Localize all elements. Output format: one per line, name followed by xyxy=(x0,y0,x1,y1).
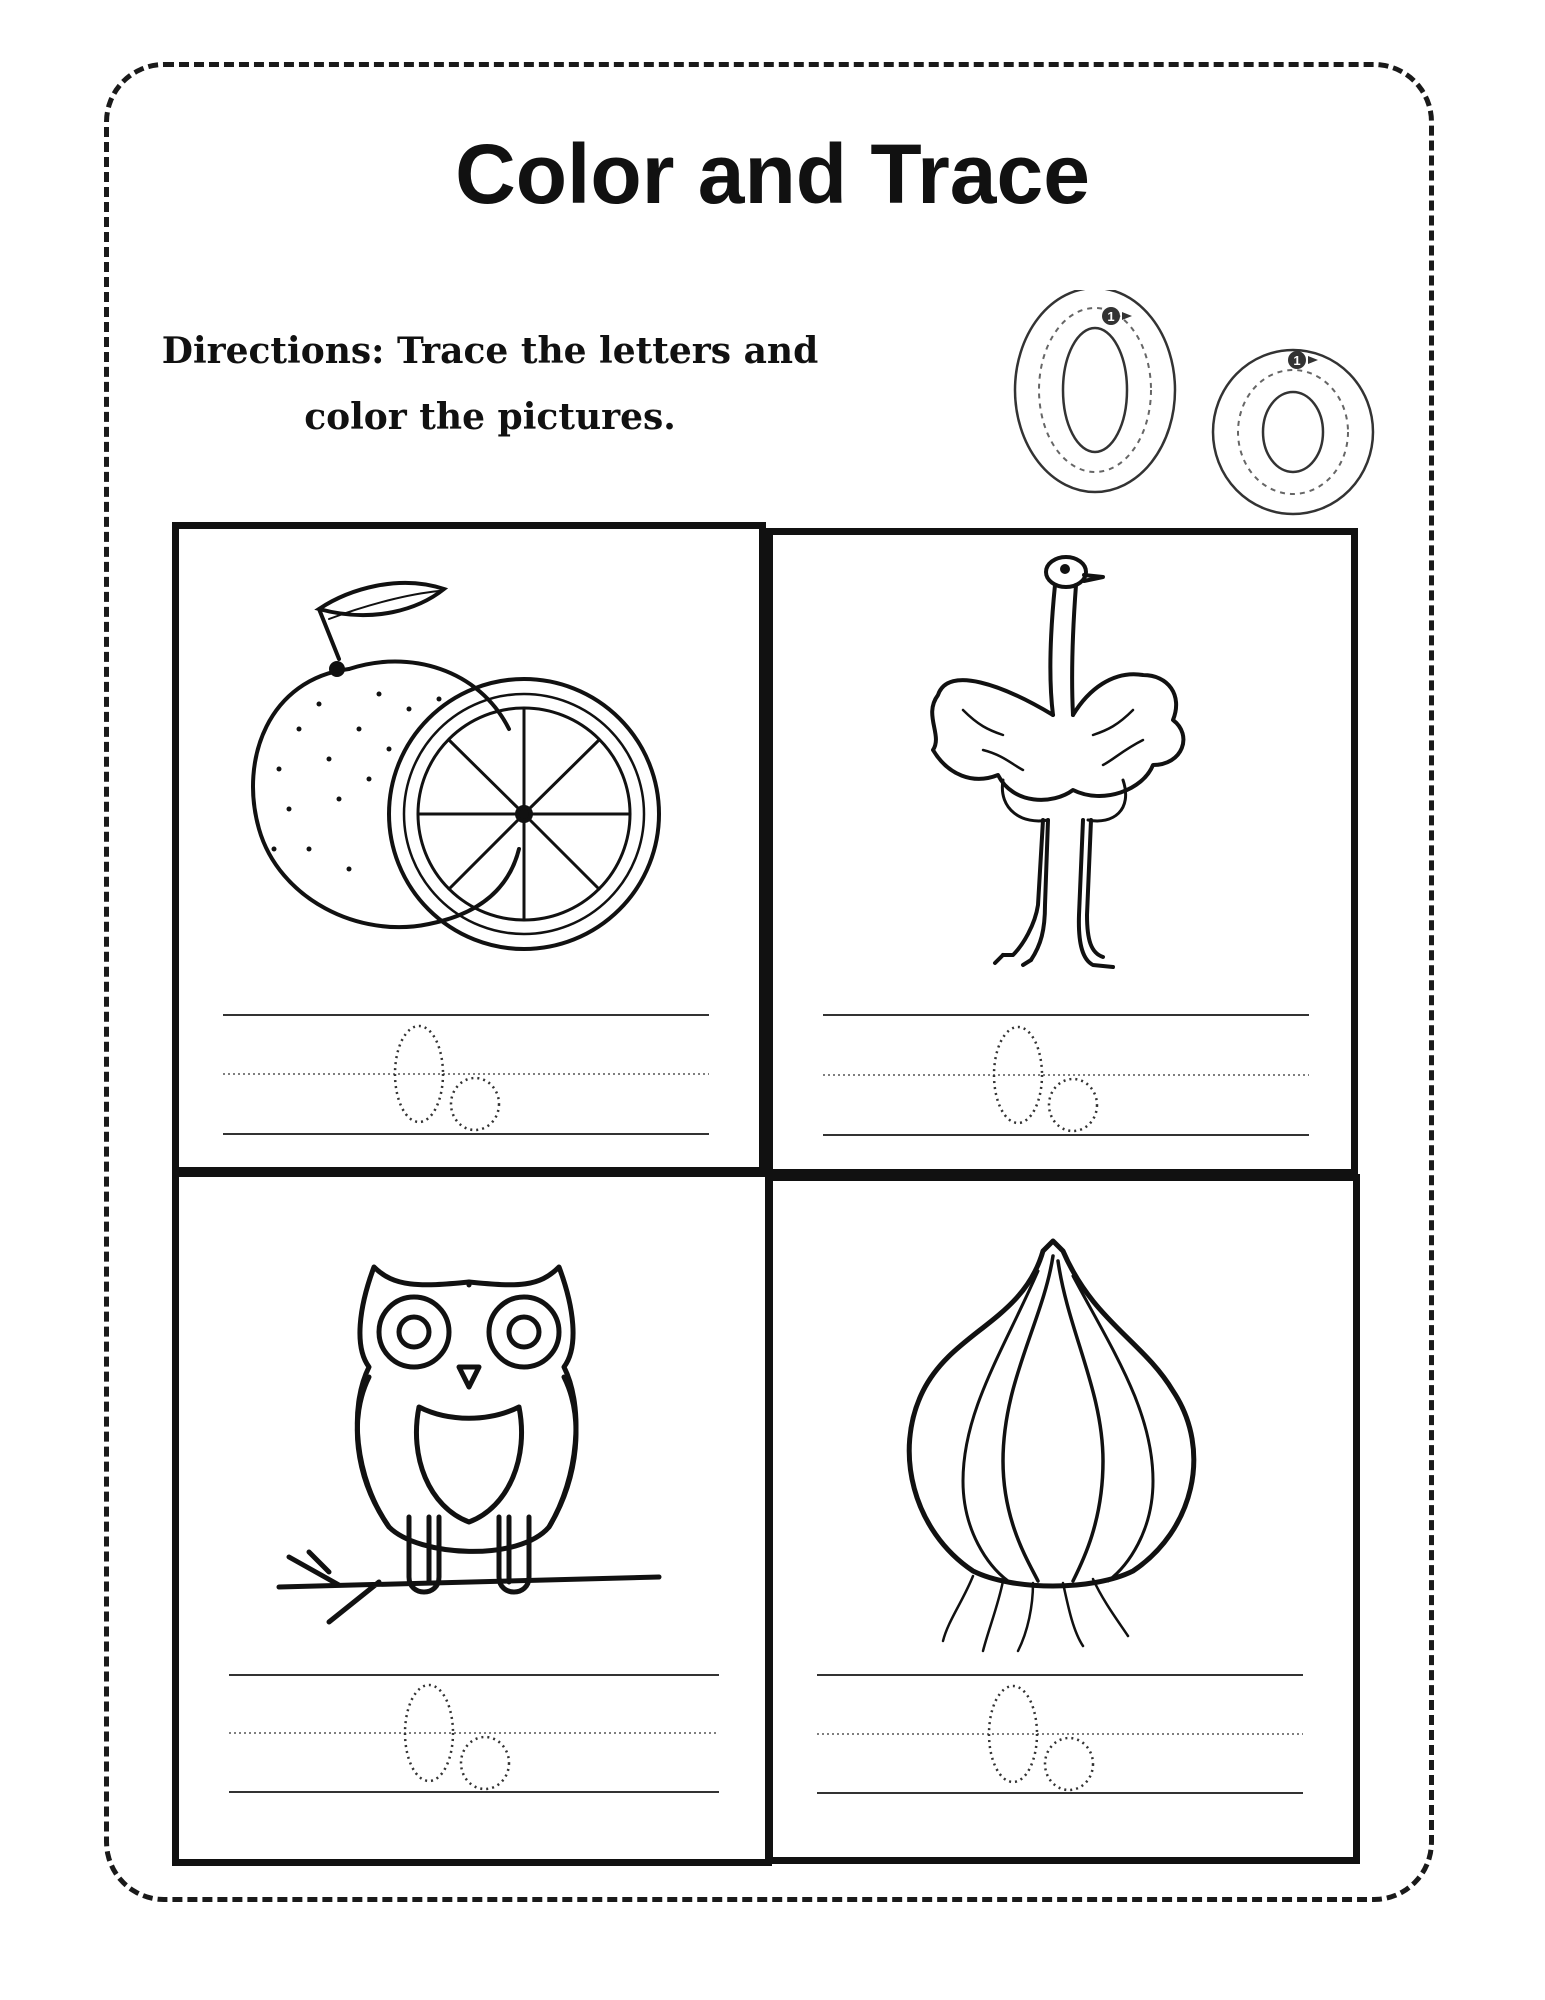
uppercase-o-guide: 1 xyxy=(1013,290,1177,494)
trace-lowercase-o xyxy=(459,1735,511,1791)
orange-icon xyxy=(251,580,661,951)
directions-text: Directions: Trace the letters and color … xyxy=(150,318,830,450)
directions-line-2: color the pictures. xyxy=(304,396,676,438)
lowercase-o-guide: 1 xyxy=(1211,348,1375,516)
card-owl xyxy=(172,1170,772,1866)
page-title: Color and Trace xyxy=(455,127,1090,221)
letter-stroke-guide: 1 1 xyxy=(1013,290,1375,516)
trace-lines xyxy=(229,1674,719,1793)
trace-lowercase-o xyxy=(1043,1736,1095,1792)
onion-icon xyxy=(906,1238,1197,1653)
ostrich-icon xyxy=(930,555,1186,969)
directions-line-1: Directions: Trace the letters and xyxy=(161,330,819,372)
owl-card-art xyxy=(229,1264,719,1793)
trace-lines xyxy=(817,1674,1303,1794)
trace-lines xyxy=(223,1014,709,1135)
card-orange xyxy=(172,522,766,1174)
owl-icon xyxy=(276,1264,662,1625)
stroke-number-label: 1 xyxy=(1293,353,1300,368)
ostrich-card-art xyxy=(823,555,1309,1136)
onion-card-art xyxy=(817,1238,1303,1794)
trace-lowercase-o xyxy=(449,1076,501,1132)
card-ostrich xyxy=(766,528,1358,1176)
worksheet-page: Color and Trace Directions: Trace the le… xyxy=(0,0,1545,2000)
trace-lines xyxy=(823,1014,1309,1136)
trace-lowercase-o xyxy=(1047,1077,1099,1133)
stroke-number-label: 1 xyxy=(1107,309,1114,324)
card-onion xyxy=(766,1174,1360,1864)
orange-card-art xyxy=(223,580,709,1135)
